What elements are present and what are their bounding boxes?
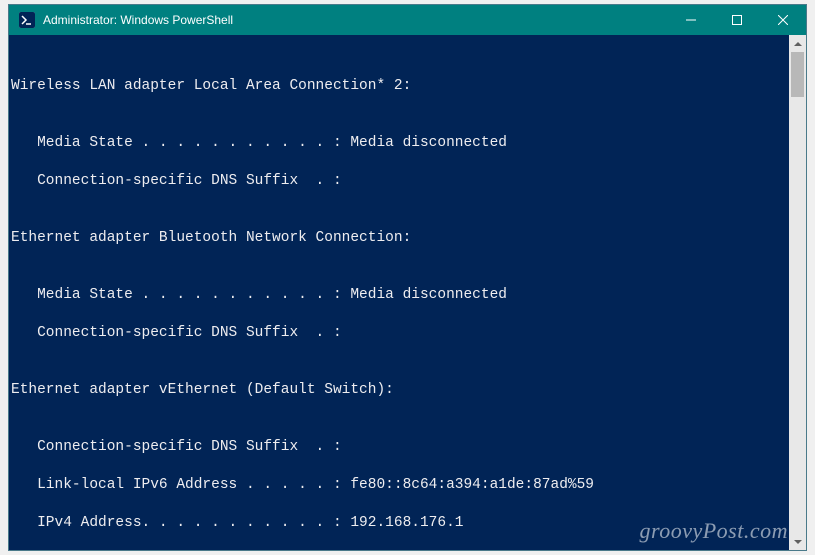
vertical-scrollbar[interactable]	[789, 35, 806, 550]
output-line: Connection-specific DNS Suffix . :	[11, 172, 789, 191]
output-line: Ethernet adapter Bluetooth Network Conne…	[11, 229, 789, 248]
output-line: IPv4 Address. . . . . . . . . . . : 192.…	[11, 514, 789, 533]
terminal-output[interactable]: Wireless LAN adapter Local Area Connecti…	[9, 35, 789, 550]
scroll-down-button[interactable]	[789, 533, 806, 550]
window-title: Administrator: Windows PowerShell	[43, 13, 668, 27]
powershell-icon	[19, 12, 35, 28]
scroll-up-button[interactable]	[789, 35, 806, 52]
scroll-thumb[interactable]	[791, 52, 804, 97]
minimize-button[interactable]	[668, 5, 714, 35]
scroll-track[interactable]	[789, 52, 806, 533]
output-line: Media State . . . . . . . . . . . : Medi…	[11, 134, 789, 153]
window-controls	[668, 5, 806, 35]
output-line: Link-local IPv6 Address . . . . . : fe80…	[11, 476, 789, 495]
output-line: Wireless LAN adapter Local Area Connecti…	[11, 77, 789, 96]
powershell-window: Administrator: Windows PowerShell Wirele…	[8, 4, 807, 551]
titlebar[interactable]: Administrator: Windows PowerShell	[9, 5, 806, 35]
output-line: Connection-specific DNS Suffix . :	[11, 438, 789, 457]
output-line: Media State . . . . . . . . . . . : Medi…	[11, 286, 789, 305]
close-button[interactable]	[760, 5, 806, 35]
content-area: Wireless LAN adapter Local Area Connecti…	[9, 35, 806, 550]
maximize-button[interactable]	[714, 5, 760, 35]
output-line: Ethernet adapter vEthernet (Default Swit…	[11, 381, 789, 400]
output-line: Connection-specific DNS Suffix . :	[11, 324, 789, 343]
